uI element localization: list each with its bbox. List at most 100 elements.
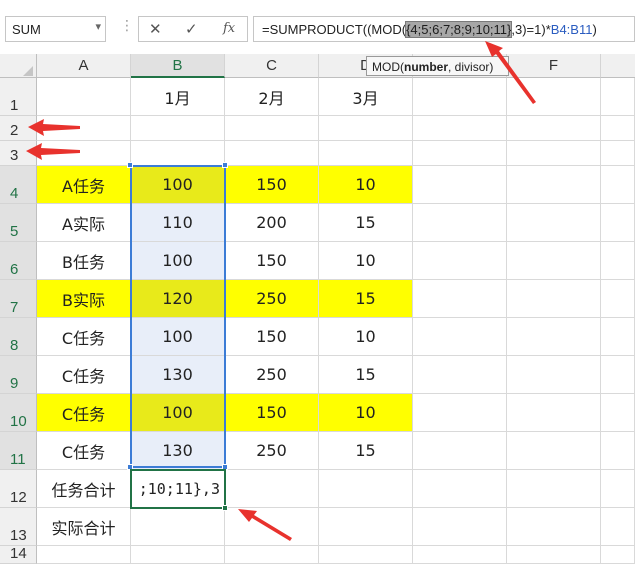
chevron-down-icon[interactable]: ▾ [95,20,101,33]
cell[interactable] [507,508,601,546]
actual-total-label[interactable]: 实际合计 [37,508,131,546]
month-header-cell[interactable]: 2月 [225,78,319,116]
row-header-9[interactable]: 9 [0,356,37,394]
cell[interactable] [413,204,507,242]
value-cell-b[interactable]: 100 [131,242,225,280]
cell[interactable] [413,166,507,204]
enter-icon[interactable]: ✓ [185,20,198,38]
cell[interactable] [37,78,131,116]
cell[interactable] [601,166,635,204]
column-header-b[interactable]: B [131,54,225,78]
value-cell-b[interactable]: 130 [131,356,225,394]
cell[interactable] [413,280,507,318]
cell[interactable] [601,116,635,141]
cell[interactable] [507,166,601,204]
column-header-g[interactable] [601,54,635,78]
column-header-c[interactable]: C [225,54,319,78]
cell[interactable] [413,470,507,508]
cell[interactable] [601,280,635,318]
row-header-11[interactable]: 11 [0,432,37,470]
cell[interactable] [507,546,601,564]
cell[interactable] [601,394,635,432]
row-header-3[interactable]: 3 [0,141,37,166]
value-cell-c[interactable]: 150 [225,166,319,204]
fill-handle[interactable] [222,505,228,511]
cell[interactable] [413,546,507,564]
value-cell-d[interactable]: 15 [319,280,413,318]
value-cell-b[interactable]: 110 [131,204,225,242]
row-header-14[interactable]: 14 [0,545,37,564]
cell[interactable] [225,508,319,546]
cell[interactable] [601,508,635,546]
task-total-label[interactable]: 任务合计 [37,470,131,508]
cell[interactable] [507,141,601,166]
cell[interactable] [507,318,601,356]
value-cell-d[interactable]: 10 [319,318,413,356]
cell[interactable] [37,141,131,166]
cell[interactable] [507,242,601,280]
cell[interactable] [601,141,635,166]
row-label-cell[interactable]: C任务 [37,318,131,356]
cell[interactable] [413,432,507,470]
row-label-cell[interactable]: A任务 [37,166,131,204]
value-cell-d[interactable]: 15 [319,356,413,394]
value-cell-c[interactable]: 250 [225,432,319,470]
cell[interactable] [507,204,601,242]
cell[interactable] [507,470,601,508]
month-header-cell[interactable]: 1月 [131,78,225,116]
value-cell-b[interactable]: 120 [131,280,225,318]
row-label-cell[interactable]: B实际 [37,280,131,318]
value-cell-d[interactable]: 15 [319,204,413,242]
cell[interactable] [507,356,601,394]
cell[interactable] [507,394,601,432]
row-header-4[interactable]: 4 [0,166,37,204]
row-header-1[interactable]: 1 [0,78,37,116]
cell[interactable] [601,356,635,394]
cell[interactable] [413,242,507,280]
row-label-cell[interactable]: B任务 [37,242,131,280]
value-cell-d[interactable]: 10 [319,242,413,280]
cell[interactable] [413,508,507,546]
value-cell-b[interactable]: 130 [131,432,225,470]
column-header-a[interactable]: A [37,54,131,78]
cell[interactable] [37,116,131,141]
cell[interactable] [413,394,507,432]
cell[interactable] [413,116,507,141]
value-cell-d[interactable]: 10 [319,166,413,204]
insert-function-icon[interactable]: fx [223,21,235,36]
cell[interactable] [225,470,319,508]
cell[interactable] [319,116,413,141]
cell[interactable] [37,546,131,564]
row-label-cell[interactable]: C任务 [37,432,131,470]
cell[interactable] [601,318,635,356]
cell[interactable] [131,508,225,546]
row-label-cell[interactable]: C任务 [37,356,131,394]
value-cell-b[interactable]: 100 [131,166,225,204]
range-handle[interactable] [222,162,228,168]
active-cell-b12[interactable]: ;10;11},3 [130,469,226,509]
cell[interactable] [225,546,319,564]
value-cell-c[interactable]: 200 [225,204,319,242]
cell[interactable] [601,470,635,508]
cell[interactable] [601,242,635,280]
cell[interactable] [601,78,635,116]
cell[interactable] [319,470,413,508]
cell[interactable] [601,204,635,242]
cell[interactable] [225,116,319,141]
cell[interactable] [131,546,225,564]
value-cell-c[interactable]: 250 [225,356,319,394]
row-header-13[interactable]: 13 [0,508,37,546]
cell[interactable] [507,432,601,470]
month-header-cell[interactable]: 3月 [319,78,413,116]
cell[interactable] [413,318,507,356]
cell[interactable] [225,141,319,166]
row-header-12[interactable]: 12 [0,470,37,508]
value-cell-c[interactable]: 250 [225,280,319,318]
value-cell-d[interactable]: 15 [319,432,413,470]
range-handle[interactable] [127,162,133,168]
value-cell-b[interactable]: 100 [131,318,225,356]
cell[interactable] [601,546,635,564]
cancel-icon[interactable]: ✕ [149,20,162,38]
row-header-5[interactable]: 5 [0,204,37,242]
name-box[interactable]: SUM ▾ [5,16,106,42]
